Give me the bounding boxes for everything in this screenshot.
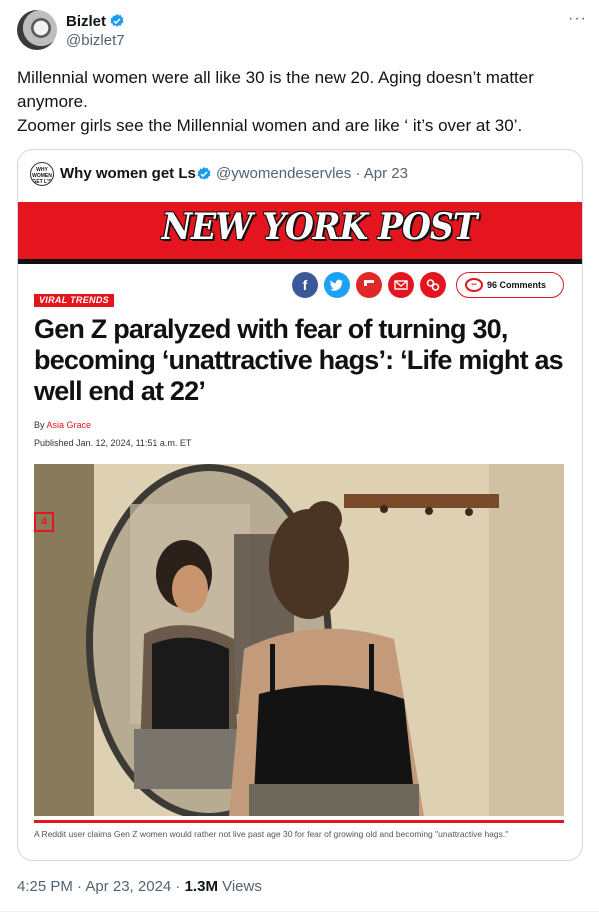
article-byline: By Asia Grace: [34, 420, 91, 430]
author-handle[interactable]: @bizlet7: [66, 32, 125, 49]
caption-divider: [34, 820, 564, 823]
photo-number-badge: 4: [34, 512, 54, 532]
verified-badge-icon: [110, 14, 124, 27]
views-label: Views: [217, 878, 262, 895]
byline-author: Asia Grace: [46, 420, 92, 430]
nyp-logo: NEW YORK POST: [161, 206, 478, 248]
email-icon: [388, 272, 414, 298]
share-buttons: f ••• 96 Comments: [292, 272, 572, 302]
quoted-author-name[interactable]: Why women get Ls: [60, 165, 196, 182]
views-count[interactable]: 1.3M: [185, 878, 218, 895]
article-photo: [34, 464, 564, 816]
tweet-text: Millennial women were all like 30 is the…: [17, 66, 577, 138]
article-published: Published Jan. 12, 2024, 11:51 a.m. ET: [34, 438, 192, 448]
tweet-timestamp[interactable]: 4:25 PM · Apr 23, 2024 ·: [17, 878, 185, 895]
mirror-scene-illustration: [34, 464, 564, 816]
more-options-icon[interactable]: ···: [568, 10, 587, 28]
comment-bubble-icon: •••: [465, 278, 483, 292]
tweet-header: Bizlet @bizlet7 ···: [17, 10, 587, 52]
tweet-text-line: Zoomer girls see the Millennial women an…: [17, 116, 523, 135]
author-name[interactable]: Bizlet: [66, 13, 106, 30]
quoted-tweet-header: WHY WOMEN GET L'S Why women get Ls @ywom…: [30, 162, 570, 186]
byline-prefix: By: [34, 420, 47, 430]
section-tag: VIRAL TRENDS: [34, 294, 114, 307]
quoted-tweet-card[interactable]: WHY WOMEN GET L'S Why women get Ls @ywom…: [17, 149, 583, 861]
quoted-author-avatar[interactable]: WHY WOMEN GET L'S: [30, 162, 54, 186]
article-screenshot[interactable]: NEW YORK POST f ••• 96 Comments VIRAL TR…: [18, 202, 582, 860]
quoted-author-handle[interactable]: @ywomendeservles · Apr 23: [216, 165, 408, 182]
nyp-masthead: NEW YORK POST: [18, 202, 582, 264]
tweet-meta: 4:25 PM · Apr 23, 2024 · 1.3M Views: [17, 878, 262, 895]
tweet-text-line: Millennial women were all like 30 is the…: [17, 68, 534, 111]
verified-badge-icon: [197, 167, 211, 180]
facebook-icon: f: [292, 272, 318, 298]
link-icon: [420, 272, 446, 298]
flipboard-icon: [356, 272, 382, 298]
photo-caption: A Reddit user claims Gen Z women would r…: [34, 829, 509, 839]
article-headline: Gen Z paralyzed with fear of turning 30,…: [34, 314, 564, 406]
bottom-divider: [0, 911, 599, 912]
comments-button: ••• 96 Comments: [456, 272, 564, 298]
author-avatar[interactable]: [17, 10, 57, 50]
comments-label: 96 Comments: [487, 280, 547, 290]
twitter-icon: [324, 272, 350, 298]
